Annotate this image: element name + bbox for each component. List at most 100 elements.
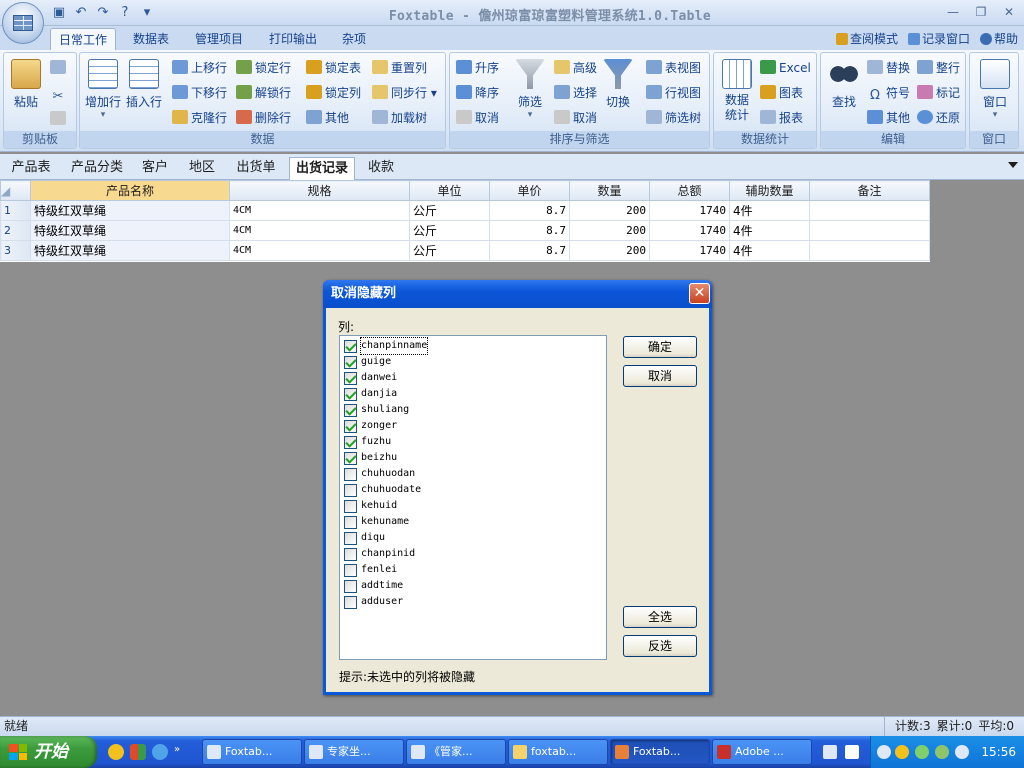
table-row[interactable]: 1 特级红双草绳 4CM 公斤 8.7 200 1740 4件 <box>0 200 930 221</box>
format-painter-button[interactable] <box>50 110 69 128</box>
checkbox-checked[interactable] <box>344 436 357 449</box>
record-window-link[interactable]: 记录窗口 <box>907 30 970 47</box>
load-tree-button[interactable]: 加载树 <box>372 109 427 127</box>
toggle-filter-button[interactable]: 切换 <box>600 59 636 110</box>
cell-spec[interactable]: 4CM <box>229 240 410 261</box>
cell-total[interactable]: 1740 <box>649 240 730 261</box>
ribbon-tab-daily[interactable]: 日常工作 <box>50 28 116 50</box>
sort-ascending-button[interactable]: 升序 <box>456 59 499 77</box>
invert-selection-button[interactable]: 反选 <box>623 635 697 657</box>
column-checkbox-item[interactable]: diqu <box>342 530 604 546</box>
checkbox-unchecked[interactable] <box>344 500 357 513</box>
lock-table-button[interactable]: 锁定表 <box>306 59 361 77</box>
column-checkbox-item[interactable]: fuzhu <box>342 434 604 450</box>
sheet-tab-customers[interactable]: 客户 <box>136 157 174 180</box>
column-header[interactable]: 规格 <box>229 180 410 201</box>
report-button[interactable]: 报表 <box>760 109 803 127</box>
select-all-corner[interactable]: ◢ <box>0 180 31 201</box>
data-stats-button[interactable]: 数据统计 <box>718 59 756 123</box>
tray-add-icon[interactable] <box>895 745 909 759</box>
ribbon-tab-print[interactable]: 打印输出 <box>260 28 326 50</box>
cell-spec[interactable]: 4CM <box>229 200 410 221</box>
column-checkbox-item[interactable]: danwei <box>342 370 604 386</box>
column-checkbox-item[interactable]: fenlei <box>342 562 604 578</box>
column-checkbox-item[interactable]: zonger <box>342 418 604 434</box>
row-number[interactable]: 1 <box>0 200 31 221</box>
cell-unit[interactable]: 公斤 <box>409 200 490 221</box>
symbol-button[interactable]: Ω 符号 <box>867 84 910 103</box>
chart-button[interactable]: 图表 <box>760 84 803 102</box>
find-button[interactable]: 查找 <box>825 59 863 110</box>
start-button[interactable]: 开始 <box>0 736 97 768</box>
sort-descending-button[interactable]: 降序 <box>456 84 499 102</box>
ribbon-tab-misc[interactable]: 杂项 <box>334 28 374 50</box>
replace-button[interactable]: 替换 <box>867 59 910 77</box>
checkbox-unchecked[interactable] <box>344 468 357 481</box>
cell-quantity[interactable]: 200 <box>569 240 650 261</box>
table-row[interactable]: 2 特级红双草绳 4CM 公斤 8.7 200 1740 4件 <box>0 220 930 241</box>
column-header[interactable]: 总额 <box>649 180 730 201</box>
move-up-button[interactable]: 上移行 <box>172 59 227 77</box>
sheet-tab-regions[interactable]: 地区 <box>182 157 222 180</box>
checkbox-unchecked[interactable] <box>344 580 357 593</box>
column-checklist[interactable]: chanpinname guige danwei danjia shuliang zong… <box>339 335 607 660</box>
cell-note[interactable] <box>809 220 930 241</box>
view-mode-link[interactable]: 查阅模式 <box>835 30 898 47</box>
restore-button[interactable]: 还原 <box>917 109 960 127</box>
taskbar-button[interactable]: Foxtab... <box>202 739 302 765</box>
sheet-tab-product-categories[interactable]: 产品分类 <box>64 157 130 180</box>
checkbox-checked[interactable] <box>344 340 357 353</box>
other-button[interactable]: 其他 <box>306 109 349 127</box>
cell-product-name[interactable]: 特级红双草绳 <box>30 220 230 241</box>
data-grid[interactable]: ◢ 产品名称 规格 单位 单价 数量 总额 辅助数量 备注 1 特级红双草绳 4… <box>0 180 930 262</box>
column-header[interactable]: 单位 <box>409 180 490 201</box>
clone-row-button[interactable]: 克隆行 <box>172 109 227 127</box>
sheet-tab-shipment-records[interactable]: 出货记录 <box>289 157 355 180</box>
ok-button[interactable]: 确定 <box>623 336 697 358</box>
taskbar-button[interactable]: Adobe ... <box>712 739 812 765</box>
checkbox-unchecked[interactable] <box>344 548 357 561</box>
add-icon[interactable] <box>108 744 124 760</box>
lock-column-button[interactable]: 锁定列 <box>306 84 361 102</box>
column-header[interactable]: 备注 <box>809 180 930 201</box>
taskbar-button[interactable]: 专家坐... <box>304 739 404 765</box>
security-shield-icon[interactable] <box>935 745 949 759</box>
table-view-button[interactable]: 表视图 <box>646 59 701 77</box>
checkbox-checked[interactable] <box>344 452 357 465</box>
column-header[interactable]: 辅助数量 <box>729 180 810 201</box>
cell-aux-quantity[interactable]: 4件 <box>729 220 810 241</box>
sync-row-button[interactable]: 同步行 ▾ <box>372 84 437 102</box>
checkbox-unchecked[interactable] <box>344 596 357 609</box>
checkbox-unchecked[interactable] <box>344 564 357 577</box>
checkbox-checked[interactable] <box>344 420 357 433</box>
dialog-close-button[interactable]: ✕ <box>689 283 710 304</box>
close-button[interactable]: ✕ <box>998 3 1020 21</box>
maximize-button[interactable]: ❐ <box>970 3 992 21</box>
checkbox-unchecked[interactable] <box>344 532 357 545</box>
taskbar-button[interactable]: foxtab... <box>508 739 608 765</box>
edit-other-button[interactable]: 其他 <box>867 109 910 127</box>
excel-button[interactable]: Excel <box>760 59 811 77</box>
checkbox-unchecked[interactable] <box>344 516 357 529</box>
filter-tree-button[interactable]: 筛选树 <box>646 109 701 127</box>
ribbon-tab-datatable[interactable]: 数据表 <box>122 28 180 50</box>
ie-icon[interactable] <box>152 744 168 760</box>
column-checkbox-item[interactable]: shuliang <box>342 402 604 418</box>
checkbox-checked[interactable] <box>344 372 357 385</box>
checkbox-unchecked[interactable] <box>344 484 357 497</box>
filter-button[interactable]: 筛选 ▾ <box>512 59 548 120</box>
sort-cancel-button[interactable]: 取消 <box>456 109 499 127</box>
column-checkbox-item[interactable]: kehuid <box>342 498 604 514</box>
cell-unit[interactable]: 公斤 <box>409 220 490 241</box>
cancel-filter-button[interactable]: 取消 <box>554 109 597 127</box>
cell-note[interactable] <box>809 240 930 261</box>
column-checkbox-item[interactable]: kehuname <box>342 514 604 530</box>
cut-button[interactable]: ✂ <box>50 85 69 104</box>
column-checkbox-item[interactable]: chanpinid <box>342 546 604 562</box>
checkbox-checked[interactable] <box>344 388 357 401</box>
column-checkbox-item[interactable]: beizhu <box>342 450 604 466</box>
cell-price[interactable]: 8.7 <box>489 200 570 221</box>
unlock-row-button[interactable]: 解锁行 <box>236 84 291 102</box>
cell-product-name[interactable]: 特级红双草绳 <box>30 200 230 221</box>
cell-spec[interactable]: 4CM <box>229 220 410 241</box>
